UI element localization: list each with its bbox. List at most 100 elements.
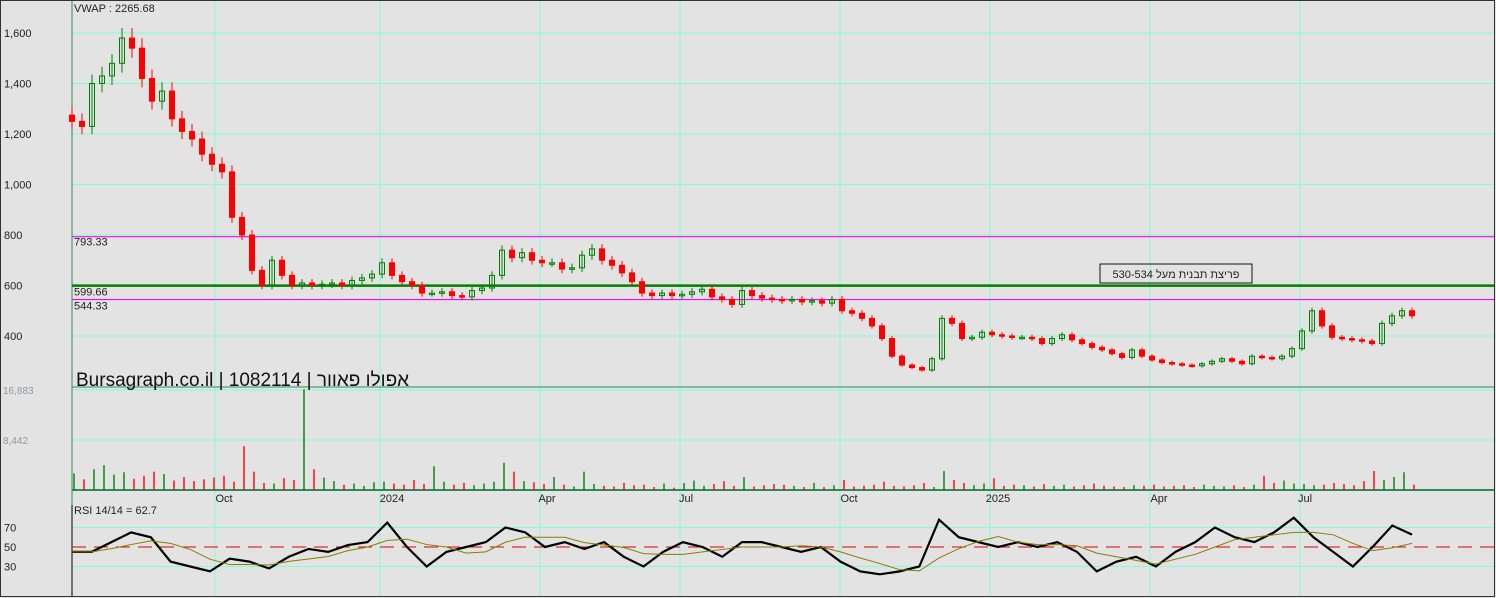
grid [72, 0, 1494, 596]
candle-body [999, 334, 1005, 337]
rsi-tick-label: 50 [4, 542, 16, 554]
candle-body [619, 264, 625, 274]
candle-body [559, 262, 565, 270]
candle-body [729, 298, 735, 305]
x-tick-label: Oct [215, 493, 232, 505]
candle-body [1319, 310, 1325, 327]
candle-body [1029, 336, 1035, 340]
rsi-line [72, 516, 1413, 576]
candle-body [869, 317, 875, 327]
candle-body [459, 295, 465, 298]
candle-body [69, 114, 75, 122]
rsi-pane [72, 516, 1494, 576]
candle-body [669, 292, 675, 297]
x-tick-label: Jul [679, 493, 693, 505]
candle-body [1409, 310, 1415, 317]
candle-body [609, 259, 615, 266]
candle-body [759, 295, 765, 299]
candle-body [709, 288, 715, 298]
rsi-tick-label: 30 [4, 562, 16, 574]
candle-body [229, 171, 235, 218]
price-tick-label: 1,600 [4, 28, 32, 40]
candle-body [779, 298, 785, 302]
x-tick-label: Apr [1150, 493, 1167, 505]
volume-tick-label: 16,883 [3, 386, 34, 397]
candle-body [149, 77, 155, 102]
candle-body [1109, 349, 1115, 355]
candle-body [749, 290, 755, 297]
candle-body [839, 298, 845, 312]
price-tick-label: 800 [4, 230, 22, 242]
x-tick-label: Jul [1298, 493, 1312, 505]
candle-body [339, 282, 345, 287]
candle-body [239, 216, 245, 236]
candle-body [819, 300, 825, 304]
candle-body [179, 118, 185, 132]
candle-body [289, 274, 295, 286]
candle-body [1039, 338, 1045, 345]
candle-body [539, 259, 545, 264]
price-tick-label: 1,400 [4, 79, 32, 91]
candle-body [1089, 343, 1095, 348]
candle-body [1009, 335, 1015, 338]
x-tick-label: Apr [538, 493, 555, 505]
candle-body [1269, 356, 1275, 360]
candle-body [1259, 355, 1265, 359]
candle-body [79, 120, 85, 127]
candle-body [629, 272, 635, 283]
x-tick-label: Oct [840, 493, 857, 505]
candle-body [1179, 363, 1185, 366]
candle-body [1069, 334, 1075, 341]
candle-body [1169, 362, 1175, 365]
candle-body [199, 138, 205, 155]
candle-body [649, 292, 655, 297]
candle-body [169, 90, 175, 120]
candle-body [249, 234, 255, 271]
candle-body [849, 310, 855, 314]
candle-body [129, 37, 135, 49]
candle-body [899, 355, 905, 366]
candles [69, 28, 1415, 372]
annotation-text: פריצת תבנית מעל 530-534 [1113, 268, 1240, 281]
price-tick-label: 600 [4, 281, 22, 293]
candle-body [1099, 346, 1105, 351]
candle-body [1369, 340, 1375, 345]
candle-body [1159, 359, 1165, 364]
price-tick-label: 400 [4, 331, 22, 343]
volume-tick-label: 8,442 [3, 436, 28, 447]
candle-body [529, 252, 535, 261]
candle-body [1149, 355, 1155, 361]
candle-body [909, 364, 915, 369]
candle-body [139, 47, 145, 79]
annotation-box: פריצת תבנית מעל 530-534 [1099, 263, 1253, 284]
chart-frame [0, 0, 1495, 597]
candle-body [769, 297, 775, 301]
chart-title: Bursagraph.co.il | 1082114 | אפולו פאוור [76, 370, 409, 391]
candle-body [949, 317, 955, 324]
candle-body [219, 163, 225, 173]
vwap-label: VWAP : 2265.68 [74, 3, 155, 15]
candle-body [799, 298, 805, 303]
candle-body [309, 282, 315, 287]
candle-body [1239, 360, 1245, 365]
level-label: 599.66 [74, 287, 108, 299]
candle-body [1079, 339, 1085, 345]
candle-body [189, 130, 195, 140]
candle-body [389, 262, 395, 276]
candle-body [889, 338, 895, 357]
price-tick-label: 1,000 [4, 180, 32, 192]
candle-body [719, 296, 725, 300]
candle-body [879, 325, 885, 340]
candle-body [639, 281, 645, 294]
rsi-label: RSI 14/14 = 62.7 [74, 505, 157, 517]
candle-body [259, 269, 265, 287]
candle-body [1119, 353, 1125, 358]
candle-body [599, 248, 605, 261]
x-tick-label: 2025 [986, 493, 1010, 505]
axes: 400 600 800 1,000 1,200 1,400 1,600 16,883 8,442… [0, 0, 1495, 597]
candle-body [1189, 364, 1195, 368]
candle-body [399, 274, 405, 283]
level-label: 793.33 [74, 237, 108, 249]
candle-body [859, 312, 865, 319]
candle-body [959, 322, 965, 340]
